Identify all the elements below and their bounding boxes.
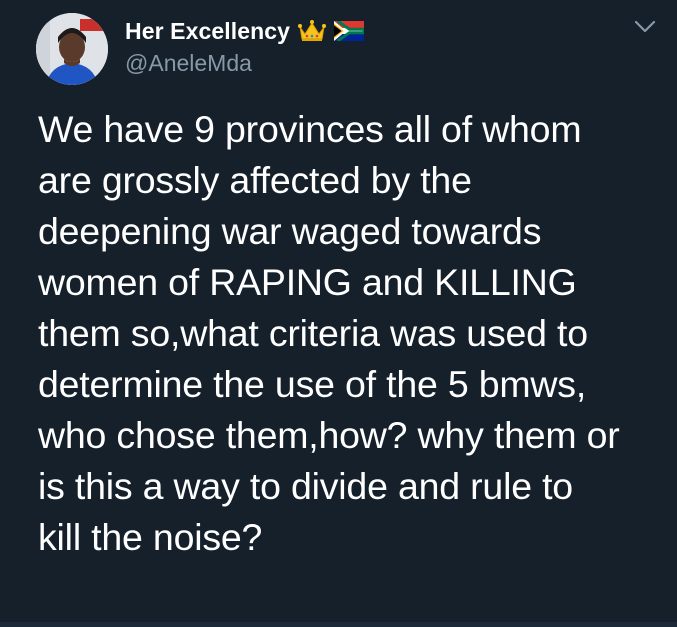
- author-name-row: Her Excellency: [125, 15, 366, 47]
- divider: [0, 622, 677, 627]
- author-display-name[interactable]: Her Excellency: [125, 18, 290, 45]
- avatar-image: [36, 13, 108, 85]
- author-handle[interactable]: @AneleMda: [125, 50, 252, 77]
- avatar[interactable]: [36, 13, 108, 85]
- crown-icon: [298, 19, 327, 43]
- tweet-text: We have 9 provinces all of whom are gros…: [38, 108, 620, 558]
- tweet-card: Her Excellency @AneleMda We have 9 provi…: [0, 0, 677, 627]
- chevron-down-icon[interactable]: [633, 18, 657, 36]
- south-africa-flag-icon: [334, 19, 366, 43]
